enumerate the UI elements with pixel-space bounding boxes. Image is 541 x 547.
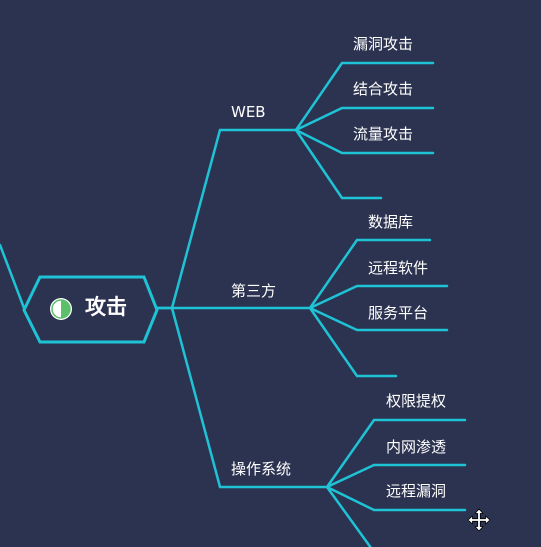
half-circle-icon [50, 298, 72, 320]
os-child-label[interactable]: 内网渗透 [386, 440, 446, 455]
third-party-child-label[interactable]: 服务平台 [368, 306, 428, 321]
os-child-4-line [325, 485, 372, 547]
third-party-child-label[interactable]: 数据库 [368, 215, 413, 230]
os-child-label[interactable]: 远程漏洞 [386, 484, 446, 499]
branch-label-third-party[interactable]: 第三方 [231, 284, 276, 299]
web-child-label[interactable]: 结合攻击 [353, 82, 413, 97]
web-child-label[interactable]: 流量攻击 [353, 127, 413, 142]
parent-connector-line [0, 243, 26, 310]
web-child-label[interactable]: 漏洞攻击 [353, 37, 413, 52]
branch-label-os[interactable]: 操作系统 [231, 462, 291, 477]
branch-label-web[interactable]: WEB [231, 105, 266, 120]
root-node-label[interactable]: 攻击 [85, 297, 127, 318]
move-cursor-icon [467, 508, 491, 532]
third-party-child-label[interactable]: 远程软件 [368, 261, 428, 276]
os-child-label[interactable]: 权限提权 [386, 394, 446, 409]
mindmap-canvas[interactable]: 攻击 WEB 第三方 操作系统 漏洞攻击 结合攻击 流量攻击 数据库 远程软件 … [0, 0, 541, 547]
